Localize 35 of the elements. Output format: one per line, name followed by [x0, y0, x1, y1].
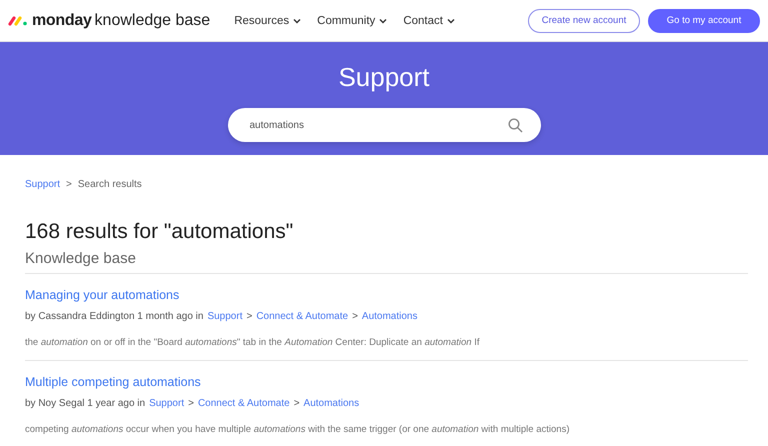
result-title-link[interactable]: Managing your automations: [25, 288, 748, 302]
site-title: knowledge base: [94, 12, 210, 30]
chevron-down-icon: [379, 18, 388, 24]
result-snippet: competing automations occur when you have multiple automations with the same trigger (or one automation with multiple actions): [25, 424, 570, 435]
nav-menu[interactable]: Contact: [403, 14, 455, 26]
logo-icon: [8, 16, 28, 26]
path-separator: >: [352, 311, 358, 322]
category-link[interactable]: Connect & Automate: [198, 398, 290, 409]
nav-menu[interactable]: Community: [317, 14, 388, 26]
breadcrumb-separator: >: [66, 179, 72, 190]
page-title: Support: [338, 62, 430, 92]
account-button[interactable]: Go to my account: [648, 8, 760, 32]
category-link[interactable]: Support: [149, 398, 184, 409]
category-link[interactable]: Automations: [362, 311, 418, 322]
chevron-down-icon: [446, 18, 455, 24]
result-snippet: the automation on or off in the "Board automations" tab in the Automation Center: Duplicate an automation If: [25, 337, 480, 348]
category-link[interactable]: Connect & Automate: [256, 311, 348, 322]
path-separator: >: [294, 398, 300, 409]
result-author: by Noy Segal 1 year ago in: [25, 398, 146, 409]
breadcrumb-current: Search results: [78, 179, 142, 190]
path-separator: >: [246, 311, 252, 322]
search-field[interactable]: automations: [228, 108, 540, 142]
result-title-link[interactable]: Multiple competing automations: [25, 375, 748, 389]
breadcrumb-link[interactable]: Support: [25, 179, 60, 190]
search-icon[interactable]: [508, 118, 522, 133]
logo-text: monday: [32, 12, 92, 30]
path-separator: >: [188, 398, 194, 409]
account-button[interactable]: Create new account: [528, 8, 640, 32]
nav-menu[interactable]: Resources: [234, 14, 302, 26]
section-title: Knowledge base: [25, 250, 748, 274]
result-author: by Cassandra Eddington 1 month ago in: [25, 311, 204, 322]
chevron-down-icon: [293, 18, 302, 24]
results-heading: 168 results for "automations": [25, 220, 294, 244]
category-link[interactable]: Automations: [304, 398, 360, 409]
category-link[interactable]: Support: [207, 311, 242, 322]
